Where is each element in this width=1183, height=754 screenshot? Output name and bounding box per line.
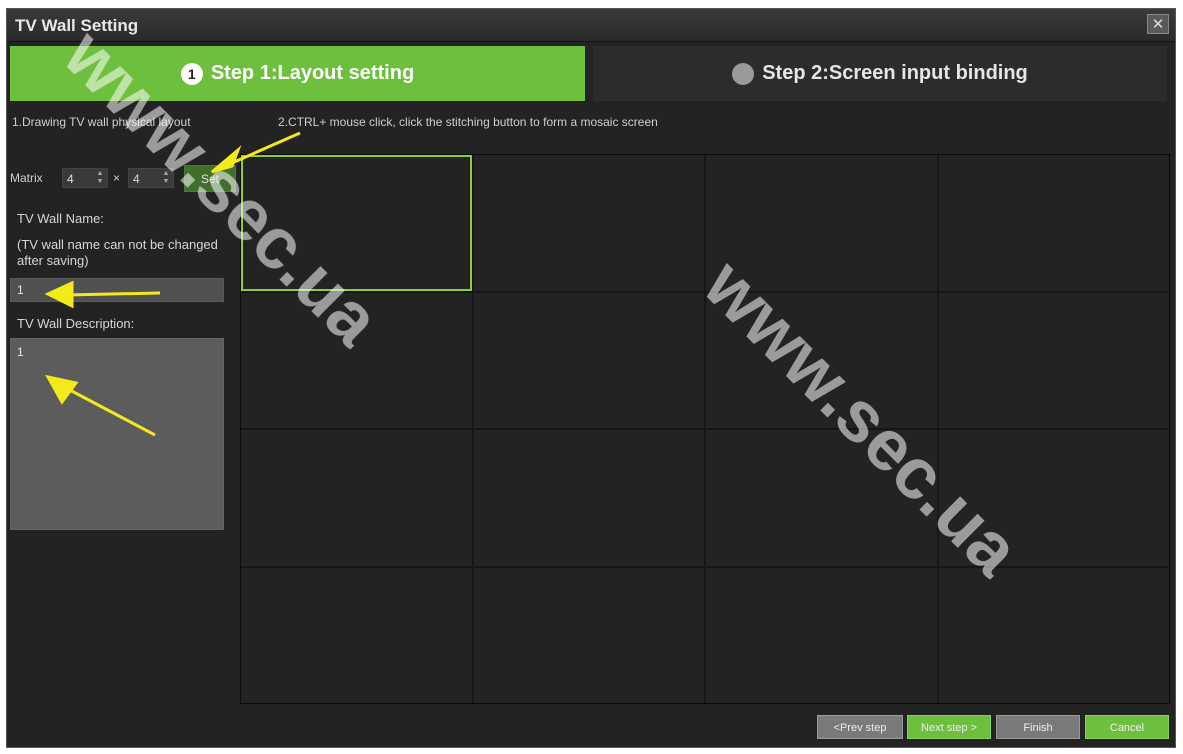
times-sign: × bbox=[113, 171, 121, 185]
screen-cell[interactable] bbox=[706, 430, 937, 566]
tab-step-2[interactable]: Step 2:Screen input binding bbox=[593, 46, 1167, 101]
screen-cell[interactable] bbox=[241, 292, 472, 428]
screen-cell[interactable] bbox=[241, 567, 472, 703]
screen-cell[interactable] bbox=[938, 155, 1169, 291]
screen-cell[interactable] bbox=[473, 292, 704, 428]
matrix-label: Matrix bbox=[10, 171, 43, 185]
tv-wall-name-input[interactable]: 1 bbox=[10, 278, 224, 302]
tv-wall-description-textarea[interactable]: 1 bbox=[10, 338, 224, 530]
screen-cell[interactable] bbox=[473, 567, 704, 703]
screen-cell[interactable] bbox=[938, 567, 1169, 703]
window-title: TV Wall Setting bbox=[15, 16, 139, 35]
tv-wall-layout-grid bbox=[240, 154, 1170, 704]
screen-cell[interactable] bbox=[241, 155, 472, 291]
stepper-arrows-icon[interactable]: ▲ ▼ bbox=[161, 170, 171, 186]
matrix-rows-value: 4 bbox=[67, 172, 74, 186]
screen-cell[interactable] bbox=[706, 155, 937, 291]
matrix-cols-stepper[interactable]: 4 ▲ ▼ bbox=[128, 168, 174, 188]
screen-cell[interactable] bbox=[706, 567, 937, 703]
hint-drawing-layout: 1.Drawing TV wall physical layout bbox=[12, 115, 191, 129]
step-1-number-icon: 1 bbox=[180, 62, 203, 85]
screen-cell[interactable] bbox=[706, 292, 937, 428]
finish-button[interactable]: Finish bbox=[996, 715, 1080, 739]
matrix-cols-value: 4 bbox=[133, 172, 140, 186]
screen-cell[interactable] bbox=[938, 292, 1169, 428]
screen-cell[interactable] bbox=[473, 155, 704, 291]
matrix-rows-stepper[interactable]: 4 ▲ ▼ bbox=[62, 168, 108, 188]
screen-cell[interactable] bbox=[241, 430, 472, 566]
set-button[interactable]: Set bbox=[184, 165, 236, 192]
hint-ctrl-click: 2.CTRL+ mouse click, click the stitching… bbox=[278, 115, 658, 129]
tv-wall-description-label: TV Wall Description: bbox=[17, 316, 135, 331]
close-icon[interactable]: ✕ bbox=[1147, 14, 1169, 34]
tab-step-2-label: Step 2:Screen input binding bbox=[762, 62, 1028, 84]
step-2-dot-icon bbox=[732, 62, 755, 85]
title-bar: TV Wall Setting ✕ bbox=[7, 9, 1175, 42]
tab-step-1-label: Step 1:Layout setting bbox=[210, 62, 415, 84]
cancel-button[interactable]: Cancel bbox=[1085, 715, 1169, 739]
matrix-row: Matrix 4 ▲ ▼ × 4 ▲ ▼ Set bbox=[10, 165, 236, 192]
next-step-button[interactable]: Next step > bbox=[907, 715, 991, 739]
step-tabs: 1 Step 1:Layout setting Step 2:Screen in… bbox=[10, 46, 1167, 101]
tab-step-1[interactable]: 1 Step 1:Layout setting bbox=[10, 46, 585, 101]
stepper-arrows-icon[interactable]: ▲ ▼ bbox=[95, 170, 105, 186]
prev-step-button[interactable]: <Prev step bbox=[817, 715, 903, 739]
tv-wall-name-note: (TV wall name can not be changed after s… bbox=[17, 237, 218, 268]
screen-cell[interactable] bbox=[473, 430, 704, 566]
tv-wall-name-label: TV Wall Name: bbox=[17, 211, 104, 226]
screen-cell[interactable] bbox=[938, 430, 1169, 566]
